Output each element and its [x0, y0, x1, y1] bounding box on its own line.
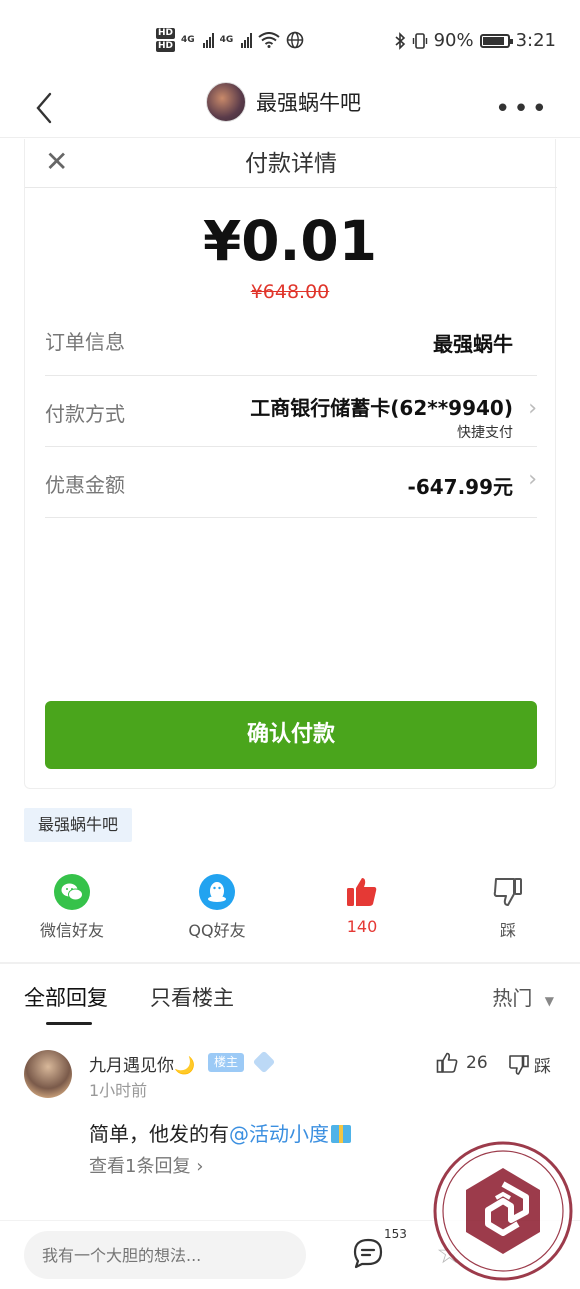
- status-bar: HD HD 4G 4G 90% 3:21: [0, 0, 580, 80]
- chevron-right-icon: ›: [528, 396, 537, 421]
- chevron-right-small-icon: ›: [196, 1156, 204, 1177]
- bluetooth-icon: [395, 31, 405, 50]
- tab-owner-only[interactable]: 只看楼主: [150, 982, 234, 1012]
- payment-method-label: 付款方式: [45, 402, 125, 426]
- share-qq-button[interactable]: QQ好友: [167, 874, 267, 941]
- dislike-button[interactable]: 踩: [458, 874, 558, 941]
- network-type-2: 4G: [219, 35, 234, 45]
- chevron-right-icon: ›: [528, 467, 537, 492]
- like-count: 140: [346, 917, 378, 936]
- comment-dislike-button[interactable]: 踩: [508, 1052, 551, 1077]
- order-info-label: 订单信息: [45, 330, 125, 354]
- discount-label: 优惠金额: [45, 473, 125, 497]
- commenter-name[interactable]: 九月遇见你🌙: [89, 1051, 195, 1076]
- caret-down-icon: ▼: [544, 994, 554, 1008]
- level-diamond-icon: [252, 1050, 276, 1074]
- confirm-payment-button[interactable]: 确认付款: [45, 701, 537, 769]
- signal-icon-1: [202, 32, 214, 48]
- order-info-row: 订单信息 最强蜗牛: [45, 306, 537, 376]
- hd-badge-1: HD: [156, 28, 176, 39]
- payment-amount: ¥0.01: [203, 209, 377, 273]
- globe-icon: [287, 31, 304, 49]
- nav-bar: 最强蜗牛吧 •••: [0, 80, 580, 138]
- hd-badge-2: HD: [156, 41, 176, 52]
- discount-row[interactable]: 优惠金额 -647.99元 ›: [45, 447, 537, 518]
- forum-header[interactable]: 最强蜗牛吧: [206, 82, 361, 122]
- system-status: 90% 3:21: [394, 30, 556, 51]
- comment-bubble-icon: [353, 1238, 383, 1269]
- thumbs-up-outline-icon: [436, 1052, 458, 1073]
- wechat-icon: [54, 874, 90, 910]
- comment-dislike-label: 踩: [534, 1057, 551, 1077]
- signal-indicators: HD HD 4G 4G: [156, 28, 304, 52]
- payment-dialog: ✕ 付款详情 ¥0.01 ¥648.00 订单信息 最强蜗牛 付款方式 工商银行…: [24, 139, 557, 789]
- payment-method-value: 工商银行储蓄卡(62**9940): [250, 396, 513, 420]
- thumbs-up-icon: [344, 874, 380, 910]
- comment-text-prefix: 简单，他发的有: [89, 1122, 229, 1146]
- chevron-left-icon: [36, 92, 52, 124]
- thumbs-down-outline-icon: [509, 1054, 529, 1075]
- comments-button[interactable]: [352, 1237, 384, 1273]
- owner-badge: 楼主: [208, 1053, 245, 1072]
- like-button[interactable]: 140: [312, 874, 412, 936]
- payment-header: ✕ 付款详情: [25, 139, 557, 188]
- comment-like-button[interactable]: 26: [436, 1052, 488, 1074]
- battery-icon: [479, 33, 513, 48]
- view-replies-label: 查看1条回复: [89, 1156, 191, 1177]
- more-dots-icon: •••: [494, 94, 550, 124]
- share-wechat-button[interactable]: 微信好友: [22, 874, 122, 941]
- mention-link[interactable]: @活动小度: [229, 1122, 329, 1146]
- wifi-icon: [258, 32, 280, 48]
- original-amount: ¥648.00: [250, 281, 330, 303]
- comment-time: 1小时前: [89, 1081, 148, 1100]
- gift-icon: [331, 1125, 351, 1143]
- view-replies-link[interactable]: 查看1条回复 ›: [89, 1152, 203, 1178]
- payment-method-row[interactable]: 付款方式 工商银行储蓄卡(62**9940) 快捷支付 ›: [45, 376, 537, 447]
- discount-value: -647.99元: [407, 475, 513, 499]
- qq-label: QQ好友: [188, 921, 246, 940]
- commenter-avatar[interactable]: [24, 1050, 72, 1098]
- section-divider: [0, 962, 580, 964]
- sort-label: 热门: [492, 986, 533, 1010]
- thumbs-down-icon: [490, 874, 526, 910]
- watermark-seal: [433, 1141, 573, 1281]
- forum-tag[interactable]: 最强蜗牛吧: [24, 808, 133, 842]
- tab-all-replies[interactable]: 全部回复: [24, 982, 108, 1012]
- comment-text: 简单，他发的有@活动小度: [89, 1118, 351, 1147]
- clock: 3:21: [515, 30, 556, 51]
- forum-title: 最强蜗牛吧: [256, 91, 361, 115]
- qq-icon: [199, 874, 235, 910]
- vibrate-icon: [412, 32, 427, 49]
- tab-active-indicator: [46, 1022, 92, 1025]
- battery-percent: 90%: [433, 30, 474, 51]
- comment-like-count: 26: [466, 1053, 488, 1073]
- comment-count: 153: [384, 1227, 407, 1241]
- payment-title: 付款详情: [245, 151, 337, 177]
- forum-avatar: [206, 82, 246, 122]
- order-info-value: 最强蜗牛: [433, 332, 513, 356]
- payment-method-sub: 快捷支付: [457, 425, 513, 441]
- reply-input[interactable]: [24, 1231, 306, 1279]
- sort-dropdown[interactable]: 热门 ▼: [492, 982, 554, 1011]
- wechat-label: 微信好友: [39, 921, 104, 940]
- more-button[interactable]: •••: [495, 94, 550, 124]
- network-type-1: 4G: [181, 35, 195, 45]
- dislike-label: 踩: [499, 921, 516, 940]
- back-button[interactable]: [30, 90, 60, 126]
- signal-icon-2: [241, 32, 253, 48]
